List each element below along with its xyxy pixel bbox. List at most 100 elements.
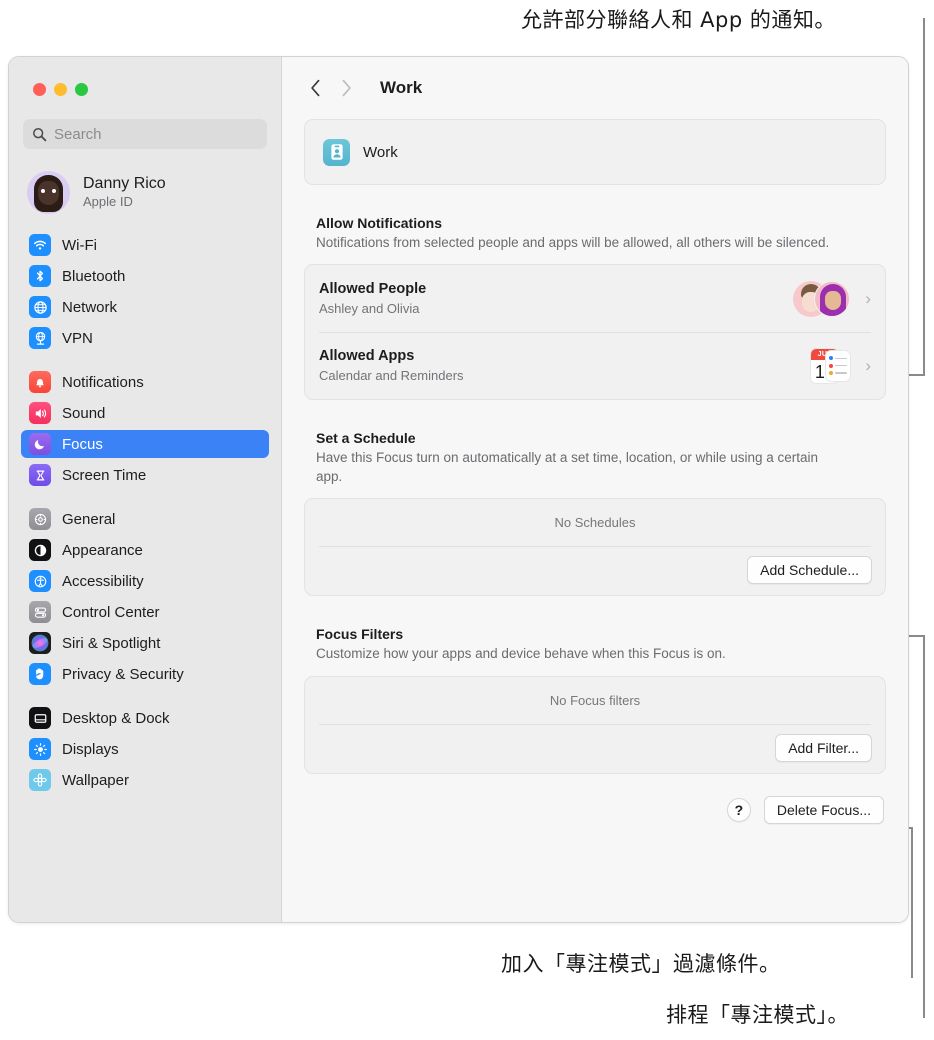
back-button[interactable] bbox=[310, 79, 321, 97]
wifi-icon bbox=[29, 234, 51, 256]
search-icon bbox=[32, 127, 47, 142]
account-name: Danny Rico bbox=[83, 174, 166, 192]
focus-filters-card: No Focus filters Add Filter... bbox=[304, 675, 886, 774]
sidebar-item-label: Notifications bbox=[62, 373, 144, 391]
callout-add-schedule-text: 排程「專注模式」。 bbox=[666, 1003, 849, 1027]
focus-filters-title: Focus Filters bbox=[316, 626, 404, 643]
sidebar-item-apple-id[interactable]: Danny Rico Apple ID bbox=[19, 149, 271, 223]
screen-time-hourglass-icon bbox=[29, 464, 51, 486]
privacy-hand-icon bbox=[29, 663, 51, 685]
sidebar-item-label: Control Center bbox=[62, 603, 160, 621]
sidebar-item-label: Privacy & Security bbox=[62, 665, 184, 683]
allowed-people-row[interactable]: Allowed People Ashley and Olivia › bbox=[305, 265, 885, 332]
wallpaper-flower-icon bbox=[29, 769, 51, 791]
schedule-description: Have this Focus turn on automatically at… bbox=[316, 450, 818, 485]
search-input[interactable]: Search bbox=[23, 119, 267, 149]
notifications-bell-icon bbox=[29, 371, 51, 393]
sidebar-item-label: Wallpaper bbox=[62, 771, 129, 789]
siri-icon bbox=[29, 632, 51, 654]
sidebar-item-label: VPN bbox=[62, 329, 93, 347]
sidebar-item-label: Siri & Spotlight bbox=[62, 634, 161, 652]
chevron-right-icon: › bbox=[865, 355, 871, 375]
sidebar-item-label: Wi-Fi bbox=[62, 236, 97, 254]
delete-focus-button[interactable]: Delete Focus... bbox=[763, 795, 884, 824]
sidebar-item-desktop-and-dock[interactable]: Desktop & Dock bbox=[21, 704, 269, 732]
sidebar-item-label: Screen Time bbox=[62, 466, 147, 484]
allowed-apps-row[interactable]: Allowed Apps Calendar and Reminders JUL … bbox=[305, 332, 885, 399]
row-subtitle: Ashley and Olivia bbox=[319, 300, 420, 316]
focus-moon-icon bbox=[29, 433, 51, 455]
avatar bbox=[27, 170, 70, 214]
row-title: Allowed People bbox=[319, 281, 427, 298]
minimize-button[interactable] bbox=[54, 83, 67, 96]
chevron-right-icon: › bbox=[865, 288, 871, 308]
callout-line-schedule-vertical bbox=[923, 635, 925, 1018]
schedule-empty-label: No Schedules bbox=[319, 499, 871, 548]
allow-notifications-description: Notifications from selected people and a… bbox=[316, 235, 830, 250]
sidebar-item-appearance[interactable]: Appearance bbox=[21, 536, 269, 564]
sidebar-item-privacy-and-security[interactable]: Privacy & Security bbox=[21, 660, 269, 688]
network-globe-icon bbox=[29, 296, 51, 318]
add-filter-button[interactable]: Add Filter... bbox=[775, 733, 872, 762]
schedule-title: Set a Schedule bbox=[316, 430, 416, 447]
system-settings-window: Search Danny Rico Apple ID Wi-Fi Bluetoo… bbox=[8, 56, 909, 923]
focus-name: Work bbox=[363, 143, 398, 161]
sidebar: Search Danny Rico Apple ID Wi-Fi Bluetoo… bbox=[9, 57, 282, 922]
forward-button[interactable] bbox=[341, 79, 352, 97]
sidebar-item-sound[interactable]: Sound bbox=[21, 399, 269, 427]
allow-notifications-title: Allow Notifications bbox=[316, 215, 442, 231]
help-button[interactable]: ? bbox=[726, 797, 751, 822]
sidebar-item-control-center[interactable]: Control Center bbox=[21, 598, 269, 626]
sidebar-item-label: Appearance bbox=[62, 541, 143, 559]
work-badge-icon bbox=[323, 138, 350, 166]
zoom-button[interactable] bbox=[75, 83, 88, 96]
callout-add-filter-text: 加入「專注模式」過濾條件。 bbox=[501, 952, 781, 976]
desktop-dock-icon bbox=[29, 707, 51, 729]
sidebar-item-displays[interactable]: Displays bbox=[21, 735, 269, 763]
callout-allowed-notifications-text: 允許部分聯絡人和 App 的通知。 bbox=[521, 8, 836, 32]
row-title: Allowed Apps bbox=[319, 348, 415, 365]
focus-filters-empty-label: No Focus filters bbox=[319, 677, 871, 725]
people-avatars-icon bbox=[793, 280, 851, 317]
sidebar-item-siri-and-spotlight[interactable]: Siri & Spotlight bbox=[21, 629, 269, 657]
toolbar: Work bbox=[304, 57, 886, 119]
sidebar-item-general[interactable]: General bbox=[21, 505, 269, 533]
sidebar-item-bluetooth[interactable]: Bluetooth bbox=[21, 262, 269, 290]
schedule-card: No Schedules Add Schedule... bbox=[304, 498, 886, 597]
sidebar-item-screen-time[interactable]: Screen Time bbox=[21, 461, 269, 489]
sidebar-item-label: Focus bbox=[62, 435, 103, 453]
account-subtitle: Apple ID bbox=[83, 193, 133, 209]
sidebar-group-desktop: Desktop & Dock Displays Wallpaper bbox=[19, 704, 271, 794]
row-subtitle: Calendar and Reminders bbox=[319, 367, 464, 383]
callout-line-filter-vertical bbox=[911, 827, 913, 978]
sidebar-item-focus[interactable]: Focus bbox=[21, 430, 269, 458]
main-content: Work Work Allow Notifications Notificati… bbox=[282, 57, 908, 922]
sidebar-item-label: Desktop & Dock bbox=[62, 709, 170, 727]
page-title: Work bbox=[380, 78, 423, 97]
sidebar-item-network[interactable]: Network bbox=[21, 293, 269, 321]
focus-header-card: Work bbox=[304, 119, 886, 185]
bluetooth-icon bbox=[29, 265, 51, 287]
sidebar-item-wi-fi[interactable]: Wi-Fi bbox=[21, 231, 269, 259]
accessibility-icon bbox=[29, 570, 51, 592]
focus-filters-description: Customize how your apps and device behav… bbox=[316, 646, 726, 662]
vpn-icon bbox=[29, 327, 51, 349]
displays-brightness-icon bbox=[29, 738, 51, 760]
general-gear-icon bbox=[29, 508, 51, 530]
sidebar-group-general: General Appearance Accessibility Control… bbox=[19, 505, 271, 688]
close-button[interactable] bbox=[33, 83, 46, 96]
sidebar-item-wallpaper[interactable]: Wallpaper bbox=[21, 766, 269, 794]
sidebar-item-accessibility[interactable]: Accessibility bbox=[21, 567, 269, 595]
calendar-reminders-icon: JUL 17 bbox=[810, 347, 852, 384]
sidebar-item-notifications[interactable]: Notifications bbox=[21, 368, 269, 396]
sidebar-group-network: Wi-Fi Bluetooth Network VPN bbox=[19, 231, 271, 352]
add-schedule-button[interactable]: Add Schedule... bbox=[747, 556, 872, 585]
allow-notifications-card: Allowed People Ashley and Olivia › Allow… bbox=[304, 264, 886, 401]
window-controls bbox=[19, 57, 271, 119]
sidebar-item-vpn[interactable]: VPN bbox=[21, 324, 269, 352]
search-placeholder: Search bbox=[54, 125, 102, 143]
sidebar-group-system: Notifications Sound Focus Screen Time bbox=[19, 368, 271, 489]
sidebar-item-label: Sound bbox=[62, 404, 106, 422]
sound-speaker-icon bbox=[29, 402, 51, 424]
sidebar-item-label: Network bbox=[62, 298, 118, 316]
